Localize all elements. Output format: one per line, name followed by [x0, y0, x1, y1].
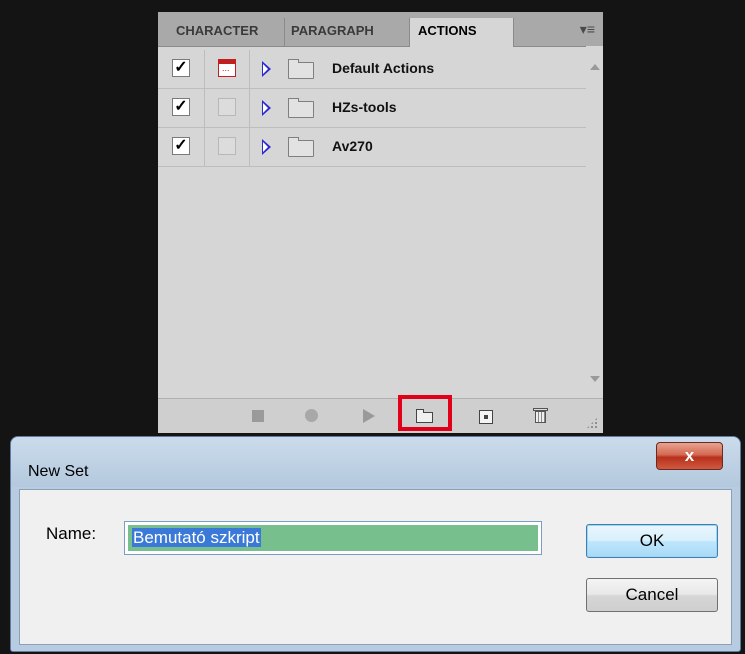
scroll-down-icon[interactable]	[590, 376, 600, 382]
toggle-item-checkbox[interactable]: ✓	[172, 98, 190, 116]
action-set-name: Default Actions	[332, 60, 435, 76]
toggle-dialog-icon[interactable]	[218, 137, 236, 155]
new-action-icon[interactable]	[477, 407, 495, 425]
toggle-dialog-cell	[205, 50, 250, 88]
name-input-value-area[interactable]: Bemutató szkript	[128, 525, 538, 551]
folder-icon	[288, 137, 314, 157]
toggle-item-cell: ✓	[158, 89, 205, 127]
tab-actions[interactable]: ACTIONS	[410, 18, 514, 47]
panel-menu-icon[interactable]: ▾≡	[580, 21, 595, 38]
name-input-value[interactable]: Bemutató szkript	[132, 528, 261, 547]
action-set-row[interactable]: ✓ Av270	[158, 128, 586, 167]
cancel-button[interactable]: Cancel	[586, 578, 718, 612]
toggle-dialog-icon[interactable]	[218, 59, 236, 77]
name-input[interactable]: Bemutató szkript	[124, 521, 542, 555]
dialog-titlebar[interactable]: New Set x	[11, 437, 740, 487]
action-set-row[interactable]: ✓ HZs-tools	[158, 89, 586, 128]
toggle-item-checkbox[interactable]: ✓	[172, 137, 190, 155]
dialog-title: New Set	[28, 463, 89, 480]
toggle-dialog-cell	[205, 128, 250, 166]
stop-icon[interactable]	[249, 407, 267, 425]
delete-icon[interactable]	[532, 407, 550, 425]
toggle-item-cell: ✓	[158, 50, 205, 88]
toggle-item-cell: ✓	[158, 128, 205, 166]
vertical-scrollbar[interactable]	[586, 46, 603, 398]
action-set-name: HZs-tools	[332, 99, 397, 115]
tab-paragraph[interactable]: PARAGRAPH	[285, 18, 410, 46]
expand-triangle-icon[interactable]	[262, 100, 271, 116]
panel-tab-bar: CHARACTER PARAGRAPH ACTIONS ▾≡	[158, 12, 603, 47]
scroll-up-icon[interactable]	[590, 64, 600, 70]
resize-grip-icon[interactable]	[586, 417, 598, 429]
expand-triangle-icon[interactable]	[262, 61, 271, 77]
record-icon[interactable]	[303, 407, 321, 425]
name-label: Name:	[46, 524, 97, 543]
close-button[interactable]: x	[656, 442, 723, 470]
new-set-dialog: New Set x Name: Bemutató szkript OK Canc…	[10, 436, 741, 652]
new-set-icon[interactable]	[415, 407, 433, 425]
toggle-dialog-cell	[205, 89, 250, 127]
action-set-name: Av270	[332, 138, 373, 154]
expand-triangle-icon[interactable]	[262, 139, 271, 155]
panel-bottom-toolbar	[158, 395, 603, 433]
play-icon[interactable]	[359, 407, 377, 425]
actions-panel: CHARACTER PARAGRAPH ACTIONS ▾≡ ✓ Default…	[158, 12, 603, 433]
tab-character[interactable]: CHARACTER	[170, 18, 285, 46]
folder-icon	[288, 59, 314, 79]
toggle-item-checkbox[interactable]: ✓	[172, 59, 190, 77]
action-set-row[interactable]: ✓ Default Actions	[158, 50, 586, 89]
ok-button[interactable]: OK	[586, 524, 718, 558]
dialog-body: Name: Bemutató szkript OK Cancel	[19, 489, 732, 645]
toggle-dialog-icon[interactable]	[218, 98, 236, 116]
folder-icon	[288, 98, 314, 118]
